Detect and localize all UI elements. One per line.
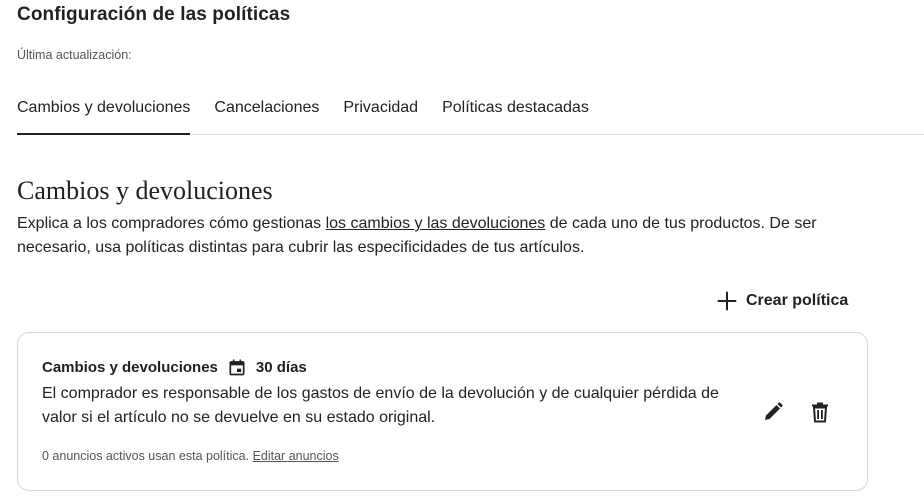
pencil-icon bbox=[765, 402, 783, 420]
policy-card: Cambios y devoluciones 30 días El compra… bbox=[17, 332, 868, 491]
plus-icon bbox=[717, 291, 737, 311]
edit-listings-link[interactable]: Editar anuncios bbox=[253, 449, 339, 463]
policy-card-description: El comprador es responsable de los gasto… bbox=[42, 385, 719, 426]
section-desc-before: Explica a los compradores cómo gestionas bbox=[17, 215, 326, 232]
tab-politicas-destacadas[interactable]: Políticas destacadas bbox=[442, 97, 589, 135]
calendar-icon bbox=[229, 359, 245, 376]
delete-policy-button[interactable] bbox=[808, 400, 832, 424]
create-policy-button[interactable]: Crear política bbox=[716, 289, 848, 313]
policy-card-footer: 0 anuncios activos usan esta política. E… bbox=[42, 449, 339, 463]
policy-card-header: Cambios y devoluciones 30 días bbox=[42, 357, 307, 377]
create-policy-label: Crear política bbox=[746, 292, 849, 309]
tab-privacidad[interactable]: Privacidad bbox=[343, 97, 418, 135]
policy-card-days: 30 días bbox=[255, 358, 307, 376]
page-title: Configuración de las políticas bbox=[17, 4, 291, 25]
active-listings-text: 0 anuncios activos usan esta política. bbox=[42, 449, 250, 463]
policy-card-title: Cambios y devoluciones bbox=[42, 358, 218, 376]
tab-cancelaciones[interactable]: Cancelaciones bbox=[214, 97, 319, 135]
section-description: Explica a los compradores cómo gestionas… bbox=[17, 212, 887, 260]
last-update-label: Última actualización: bbox=[17, 48, 132, 62]
trash-icon bbox=[812, 402, 828, 423]
section-title: Cambios y devoluciones bbox=[17, 176, 273, 205]
edit-policy-button[interactable] bbox=[761, 400, 785, 424]
policy-tabs: Cambios y devoluciones Cancelaciones Pri… bbox=[17, 97, 924, 135]
returns-policy-link[interactable]: los cambios y las devoluciones bbox=[326, 215, 546, 232]
tab-cambios-devoluciones[interactable]: Cambios y devoluciones bbox=[17, 97, 191, 135]
